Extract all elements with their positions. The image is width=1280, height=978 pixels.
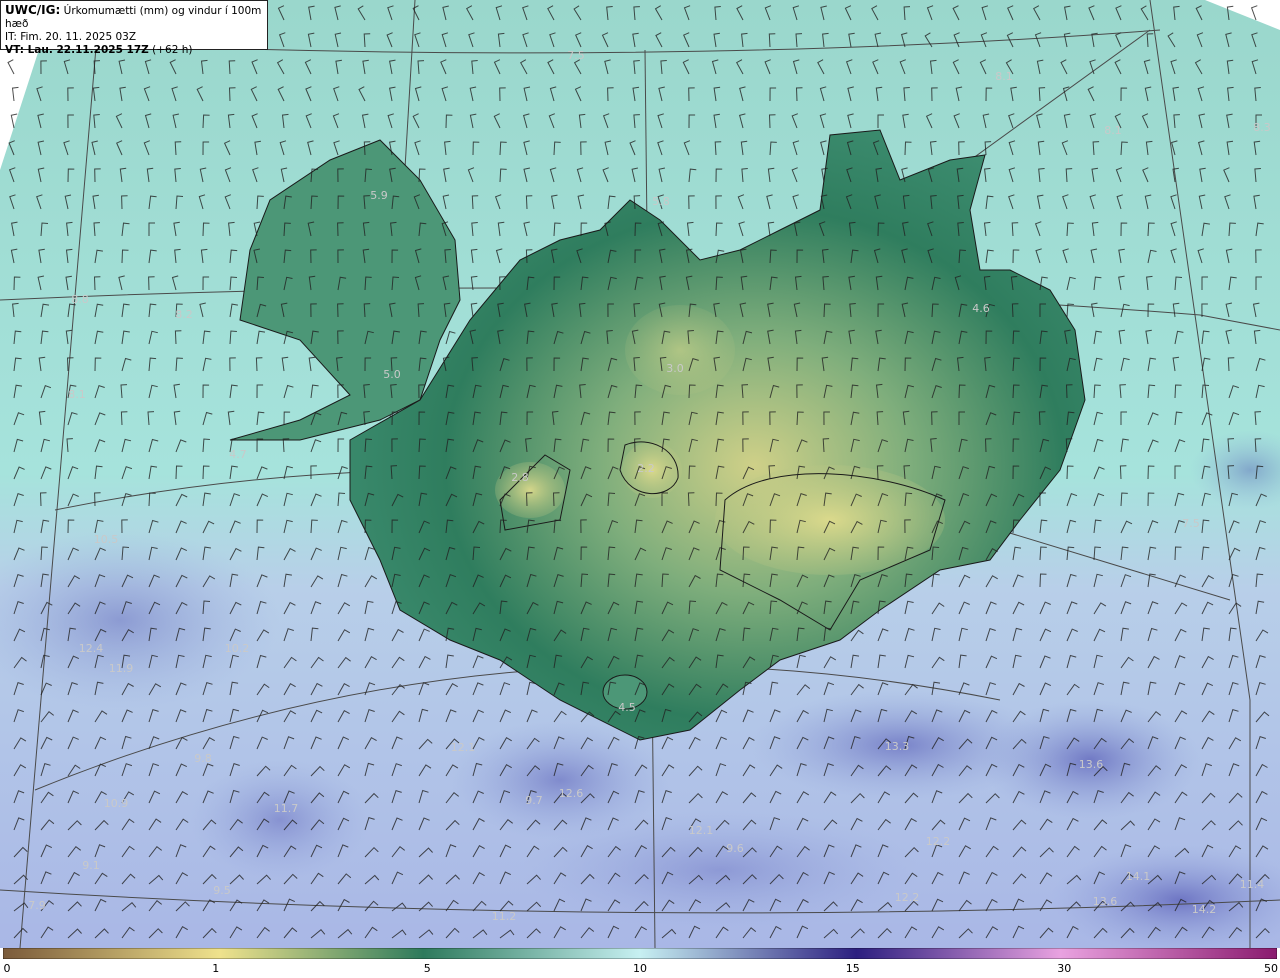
precip-value-label: 12.6: [559, 787, 584, 800]
colorbar-tick-label: 15: [845, 962, 860, 975]
precip-value-label: 11.2: [492, 910, 517, 923]
precip-value-label: 12.1: [451, 741, 476, 754]
precip-value-label: 2.2: [637, 462, 655, 475]
colorbar-tick-label: 5: [423, 962, 431, 975]
colorbar-tick-label: 0: [3, 962, 11, 975]
precip-value-label: 12.4: [79, 642, 104, 655]
precip-value-label: 8.2: [175, 308, 193, 321]
precip-value-label: 10.9: [104, 797, 129, 810]
precip-value-label: 7.5: [1182, 517, 1200, 530]
precip-value-label: 5.9: [370, 189, 388, 202]
precip-value-label: 4.7: [229, 448, 247, 461]
colorbar-tick-label: 50: [1264, 962, 1278, 975]
precip-value-label: 12.2: [895, 891, 920, 904]
precip-value-label: 8.1: [1104, 124, 1122, 137]
map-title: UWC/IG: Úrkomumætti (mm) og vindur í 100…: [5, 4, 263, 31]
colorbar-tick-label: 10: [633, 962, 647, 975]
precip-value-label: 9.1: [82, 859, 100, 872]
precip-value-label: 4.6: [972, 302, 990, 315]
precip-value-label: 13.6: [1079, 758, 1104, 771]
precip-value-label: 8.8: [71, 293, 89, 306]
precip-value-label: 2.8: [511, 471, 529, 484]
precip-value-label: 8.1: [995, 70, 1013, 83]
colorbar-legend: 0 1 5 10 15 30 50: [0, 948, 1280, 978]
precip-value-label: 14.2: [1192, 903, 1217, 916]
precip-value-label: 10.2: [225, 642, 250, 655]
valid-time-lead: (+62 h): [148, 44, 193, 56]
precip-value-label: 13.6: [1093, 895, 1118, 908]
precip-value-label: 9.6: [726, 842, 744, 855]
precip-value-label: 9.5: [213, 884, 231, 897]
precip-value-label: 12.1: [689, 824, 714, 837]
colorbar-tick-label: 1: [212, 962, 220, 975]
product-code: UWC/IG:: [5, 3, 61, 17]
precip-value-label: 13.3: [885, 740, 910, 753]
precip-value-label: 4.5: [618, 701, 636, 714]
precip-value-label: 14.1: [1126, 870, 1151, 883]
precip-value-label: 9.7: [525, 794, 543, 807]
precip-value-label: 5.8: [652, 195, 670, 208]
precip-value-label: 3.0: [666, 362, 684, 375]
precip-value-label: 10.5: [94, 533, 119, 546]
precip-value-label: 11.4: [1240, 878, 1265, 891]
colorbar: [3, 948, 1277, 959]
precip-value-label: 7.5: [567, 49, 585, 62]
precip-value-label: 5.0: [383, 368, 401, 381]
precip-value-label: 9.8: [194, 752, 212, 765]
precip-value-label: 8.3: [1253, 121, 1271, 134]
precip-value-label: 12.2: [926, 835, 951, 848]
precip-value-label: 11.7: [274, 802, 299, 815]
initial-time: IT: Fim. 20. 11. 2025 03Z: [5, 31, 137, 43]
valid-time: VT: Lau. 22.11.2025 17Z (+62 h): [5, 44, 263, 57]
precip-value-label: 8.1: [68, 388, 86, 401]
colorbar-tick-label: 30: [1057, 962, 1072, 975]
map: 7.5 8.1 8.1 8.3 5.9 5.8 4.6 8.8 8.2 5.0 3.0 8.1 4.7 2…: [0, 0, 1280, 948]
precip-value-label: 11.9: [109, 662, 134, 675]
precip-value-label: 7.9: [28, 899, 46, 912]
valid-time-date: VT: Lau. 22.11.2025 17Z: [5, 44, 149, 56]
map-header: UWC/IG: Úrkomumætti (mm) og vindur í 100…: [0, 0, 268, 56]
